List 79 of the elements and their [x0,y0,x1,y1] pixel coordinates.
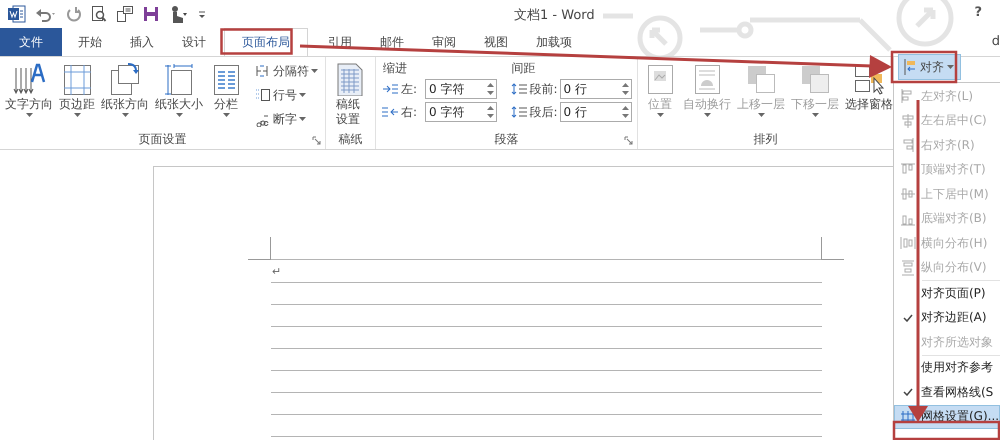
ribbon-tab[interactable]: 视图 [470,28,522,56]
word-logo-icon [8,5,26,23]
align-middle-icon [900,186,916,202]
highlight-frame [890,50,958,84]
ribbon-tab[interactable]: 插入 [116,28,168,56]
check-icon [902,386,914,398]
ribbon-button[interactable]: 断字 [252,108,321,130]
document-icon[interactable] [116,5,134,23]
help-button[interactable]: ? [974,5,982,20]
caret-icon [299,93,306,97]
line-numbers-icon [255,87,271,103]
spinner-icon [622,82,629,96]
spinner-icon [487,105,494,119]
caret-icon [758,113,764,117]
check-icon [902,312,914,324]
caret-icon [222,113,230,117]
menu-item[interactable]: 使用对齐参考 [894,356,1000,380]
spacing-after-icon [510,105,528,119]
caret-icon [26,113,32,117]
field-label: 段前: [530,80,558,98]
account-name[interactable]: d [992,34,1000,49]
field-label: 左: [401,80,418,98]
spin-field[interactable]: 0 行 [560,79,632,99]
menu-item[interactable]: 查看网格线(S [894,380,1000,404]
ribbon-button[interactable]: 纸张方向 [98,60,152,119]
caret-icon [812,113,818,117]
redo-icon[interactable] [66,6,82,22]
spin-field[interactable]: 0 字符 [425,79,498,99]
ribbon-tab[interactable]: 邮件 [366,28,418,56]
spacing-before-icon [510,82,528,96]
paragraph-mark: ↵ [272,265,282,278]
group-label: 段落 [494,131,518,148]
distribute-horizontal-icon [900,235,916,252]
caret-icon [704,113,710,117]
ribbon-button[interactable]: 页边距 [56,60,98,119]
distribute-vertical-icon [900,260,916,276]
field-label: 段后: [530,104,558,120]
menu-item[interactable]: 对齐页面(P) [894,281,1000,306]
ribbon-button[interactable]: 文字方向 [2,60,56,119]
section-label: 缩进 [382,60,408,76]
text-direction-icon [12,62,46,96]
spin-field[interactable]: 0 字符 [425,102,498,122]
indent-right-icon [381,105,399,119]
caret-icon [311,69,318,73]
print-preview-icon[interactable] [91,5,107,23]
ribbon-button[interactable]: 行号 [252,84,321,106]
field-label: 右: [401,104,418,120]
ribbon-button[interactable]: 稿纸设置 [328,60,368,129]
group-label: 排列 [754,131,778,148]
caret-icon [947,65,954,69]
dialog-launcher-icon[interactable] [624,136,633,145]
undo-icon[interactable] [35,6,57,22]
orientation-icon [108,62,142,96]
menu-item[interactable]: 对齐边距(A) [894,306,1000,330]
align-icon [903,58,917,76]
spin-field[interactable]: 0 行 [560,102,632,122]
caret-icon [74,113,80,117]
align-center-icon [900,112,916,129]
ribbon-tab[interactable]: 文件 [0,28,62,56]
caret-icon [299,117,306,121]
align-button[interactable]: 对齐 [898,54,961,80]
dialog-launcher-icon[interactable] [312,136,321,145]
ribbon-button[interactable]: 分隔符 [252,60,321,82]
indent-left-icon [381,82,399,96]
caret-icon [176,113,182,117]
ribbon-button[interactable]: 分栏 [206,60,246,119]
window-title: 文档1 - Word [514,7,595,24]
group-label: 页面设置 [138,131,186,148]
ribbon-tab[interactable]: 加载项 [522,28,586,56]
ribbon-tab[interactable]: 审阅 [418,28,470,56]
caret-icon [122,113,128,117]
ribbon-tab[interactable]: 设计 [168,28,220,56]
caret-icon [656,113,664,117]
spinner-icon [487,82,494,96]
section-label: 间距 [510,60,536,76]
ribbon-button[interactable]: 纸张大小 [152,60,206,119]
ribbon-tab[interactable]: 开始 [64,28,116,56]
spinner-icon [622,105,629,119]
group-label: 稿纸 [338,131,362,148]
